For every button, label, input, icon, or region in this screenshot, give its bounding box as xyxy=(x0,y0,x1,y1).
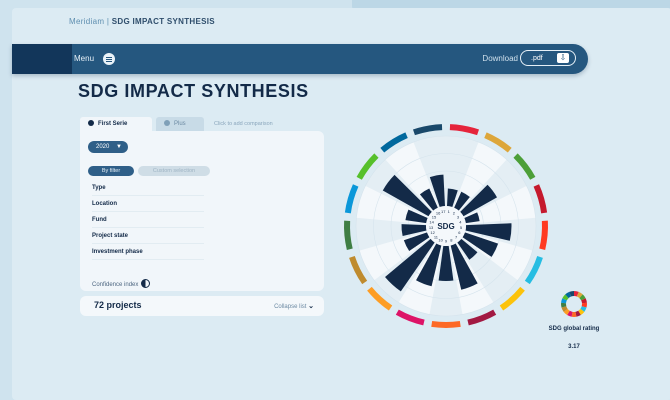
rating-label: SDG global rating xyxy=(548,326,600,332)
sdg-rating-ring-icon xyxy=(561,291,587,317)
rating-value: 3.17 xyxy=(568,344,580,350)
